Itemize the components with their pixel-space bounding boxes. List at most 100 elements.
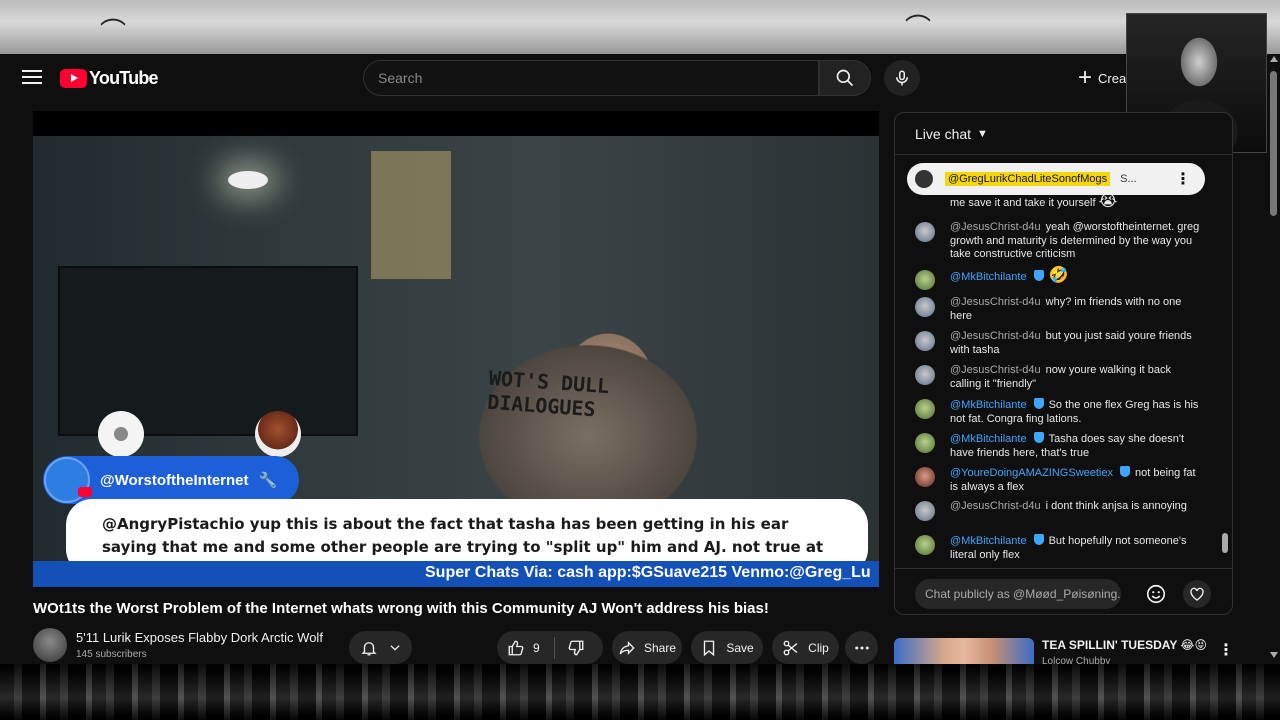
chat-author-avatar[interactable]	[915, 433, 935, 453]
scissors-icon	[783, 640, 798, 655]
chat-author-avatar[interactable]	[915, 331, 935, 351]
chat-author[interactable]: @MkBitchilante	[950, 399, 1027, 411]
chat-author-avatar[interactable]	[915, 467, 935, 487]
more-horizontal-icon	[854, 646, 869, 649]
decorative-top-banner: ⌒ ⌒	[0, 0, 1280, 54]
chat-author[interactable]: @MkBitchilante	[950, 433, 1027, 445]
plus-icon: +	[1078, 64, 1093, 91]
search-button[interactable]	[819, 60, 871, 96]
chat-message-text: me save it and take it yourself	[950, 197, 1096, 209]
default-avatar-icon	[98, 411, 144, 457]
create-label: Crea	[1098, 70, 1127, 86]
channel-name[interactable]: 5'11 Lurik Exposes Flabby Dork Arctic Wo…	[76, 630, 323, 645]
pinned-text: S...	[1120, 173, 1137, 185]
share-button[interactable]: Share	[612, 631, 682, 664]
wrench-icon: 🔧	[258, 472, 278, 489]
chat-message: @JesusChrist-d4u i dont think anjsa is an…	[915, 500, 1205, 521]
video-frame: WOT'S DULL DIALOGUES @WorstoftheInternet…	[33, 136, 879, 579]
pinned-author-avatar	[915, 170, 933, 188]
superchat-ticker: Super Chats Via: cash app:$GSuave215 Ven…	[33, 561, 879, 587]
chat-author[interactable]: @YoureDoingAMAZINGSweetiex	[950, 467, 1113, 479]
share-icon	[619, 640, 635, 655]
chat-scrollbar-thumb[interactable]	[1222, 533, 1228, 553]
chat-author-avatar[interactable]	[915, 222, 935, 242]
member-badge-icon	[1120, 466, 1130, 477]
chat-author[interactable]: @MkBitchilante	[950, 535, 1027, 547]
chat-message: @JesusChrist-d4u why? im friends with no …	[915, 296, 1205, 323]
crying-emoji-icon: 😭	[1098, 195, 1118, 210]
overlay-author-pill: @WorstoftheInternet 🔧	[43, 456, 299, 504]
search-icon	[836, 69, 854, 87]
bird-silhouette-icon: ⌒	[100, 17, 127, 47]
chat-author-avatar[interactable]	[915, 270, 935, 290]
chat-author[interactable]: @JesusChrist-d4u	[950, 330, 1041, 342]
chat-input-row	[895, 568, 1232, 614]
live-chat-title: Live chat	[915, 125, 972, 142]
like-divider	[553, 636, 555, 659]
voice-search-button[interactable]	[884, 60, 920, 96]
like-count: 9	[533, 640, 540, 655]
save-label: Save	[726, 640, 754, 655]
live-chat-mode-selector[interactable]: Live chat ▼	[895, 113, 1232, 155]
heart-reaction-button[interactable]	[1183, 580, 1211, 608]
chat-author-avatar[interactable]	[915, 297, 935, 317]
video-player[interactable]: WOT'S DULL DIALOGUES @WorstoftheInternet…	[33, 111, 879, 587]
chevron-down-icon: ▼	[977, 127, 988, 140]
save-button[interactable]: Save	[691, 631, 763, 664]
youtube-play-icon	[60, 68, 87, 88]
chat-author[interactable]: @JesusChrist-d4u	[950, 221, 1041, 233]
youtube-logo[interactable]: YouTube	[60, 68, 159, 88]
chat-input[interactable]	[915, 579, 1121, 609]
chat-author[interactable]: @JesusChrist-d4u	[950, 500, 1041, 512]
heart-icon	[1190, 587, 1204, 601]
clip-label: Clip	[808, 640, 829, 655]
microphone-icon	[896, 70, 908, 86]
scroll-down-icon[interactable]	[1270, 652, 1278, 658]
decorative-bottom-banner	[0, 664, 1280, 720]
computer-monitor	[58, 266, 358, 436]
overlay-author-name: @WorstoftheInternet	[100, 471, 249, 489]
overlay-author-avatar	[44, 457, 92, 503]
more-actions-button[interactable]	[845, 631, 878, 664]
chat-author[interactable]: @JesusChrist-d4u	[950, 364, 1041, 376]
notifications-button[interactable]	[349, 631, 412, 664]
create-button[interactable]: + Crea	[1078, 64, 1126, 92]
member-badge-icon	[1033, 432, 1044, 443]
chat-message-text: 🤣	[1048, 267, 1069, 284]
search-input[interactable]	[364, 61, 818, 95]
emoji-icon[interactable]	[1145, 583, 1167, 605]
more-vertical-icon[interactable]: ⋮	[1175, 169, 1191, 189]
ticker-text: Super Chats Via: cash app:$GSuave215 Ven…	[425, 564, 871, 581]
scroll-up-icon[interactable]	[1270, 56, 1278, 62]
pinned-message-banner[interactable]: @GregLurikChadLiteSonofMogs S... ⋮	[907, 163, 1205, 195]
thumbs-up-icon[interactable]	[507, 639, 525, 657]
thumbs-down-icon[interactable]	[567, 639, 585, 657]
chat-author-avatar[interactable]	[915, 365, 935, 385]
chat-message: @MkBitchilante 🤣	[915, 267, 1205, 290]
shirt-print: WOT'S DULL DIALOGUES	[486, 365, 610, 422]
bird-silhouette-icon: ⌒	[905, 13, 932, 43]
chat-message-list: me save it and take it yourself 😭 @Jesus…	[895, 195, 1225, 565]
chat-message: @MkBitchilante Tasha does say she doesn't…	[915, 432, 1205, 460]
recommended-video-title[interactable]: TEA SPILLIN' TUESDAY 😂😝	[1042, 638, 1207, 652]
member-badge-icon	[1033, 270, 1044, 281]
masthead: YouTube + Crea	[0, 54, 1280, 102]
channel-avatar[interactable]	[33, 628, 67, 662]
chat-author-avatar[interactable]	[915, 399, 935, 419]
clip-button[interactable]: Clip	[772, 631, 839, 664]
chat-author-avatar[interactable]	[915, 535, 935, 555]
chat-author[interactable]: @JesusChrist-d4u	[950, 296, 1041, 308]
menu-button[interactable]	[20, 66, 44, 90]
chat-message-text: i dont think anjsa is annoying	[1045, 500, 1187, 512]
desk-lamp	[228, 171, 268, 189]
page-scrollbar-thumb[interactable]	[1270, 71, 1277, 216]
chat-message: me save it and take it yourself 😭	[915, 195, 1205, 211]
chevron-down-icon	[389, 644, 400, 651]
chat-author-avatar[interactable]	[915, 501, 935, 521]
live-chat-panel: Live chat ▼ me save it and take it yours…	[894, 112, 1233, 615]
more-vertical-icon[interactable]: ⋮	[1218, 640, 1234, 660]
bell-icon	[360, 641, 377, 655]
chat-message: @JesusChrist-d4u yeah @worstoftheinternet…	[915, 221, 1205, 262]
page-scrollbar[interactable]	[1268, 54, 1280, 664]
chat-author[interactable]: @MkBitchilante	[950, 271, 1027, 283]
